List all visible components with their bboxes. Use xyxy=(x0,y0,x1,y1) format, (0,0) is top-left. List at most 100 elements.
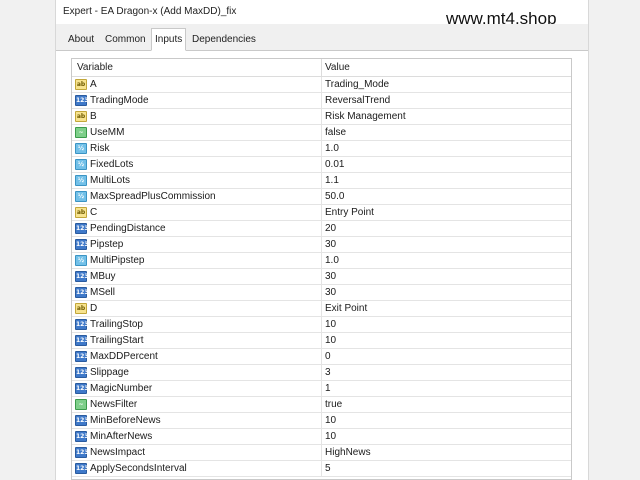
table-row[interactable]: ½ Risk 1.0 xyxy=(72,141,571,157)
variable-value[interactable]: 10 xyxy=(325,413,336,428)
variable-value[interactable]: 0.01 xyxy=(325,157,344,172)
integer-type-icon: 123 xyxy=(75,415,89,426)
variable-value[interactable]: 1.1 xyxy=(325,173,339,188)
cell-divider xyxy=(321,397,322,412)
tab-about[interactable]: About xyxy=(65,31,97,51)
column-divider[interactable] xyxy=(321,59,322,76)
table-row[interactable]: 123 MinAfterNews 10 xyxy=(72,429,571,445)
variable-name: FixedLots xyxy=(90,159,134,170)
integer-type-icon: 123 xyxy=(75,383,89,394)
variable-name: MaxSpreadPlusCommission xyxy=(90,191,216,202)
variable-value[interactable]: 1.0 xyxy=(325,141,339,156)
variable-value[interactable]: 1 xyxy=(325,381,331,396)
integer-type-icon: 123 xyxy=(75,367,89,378)
background-left xyxy=(0,0,55,480)
variable-value[interactable]: 30 xyxy=(325,237,336,252)
variable-value[interactable]: 10 xyxy=(325,333,336,348)
background-right xyxy=(589,0,640,480)
variable-value[interactable]: 0 xyxy=(325,349,331,364)
tab-inputs[interactable]: Inputs xyxy=(151,28,187,51)
integer-type-icon: 123 xyxy=(75,431,89,442)
column-header-variable[interactable]: Variable xyxy=(77,59,113,76)
table-row[interactable]: 123 NewsImpact HighNews xyxy=(72,445,571,461)
variable-value[interactable]: Risk Management xyxy=(325,109,406,124)
variable-name: MBuy xyxy=(90,271,116,282)
integer-type-icon: 123 xyxy=(75,447,89,458)
double-type-icon: ½ xyxy=(75,143,87,154)
variable-value[interactable]: 50.0 xyxy=(325,189,344,204)
cell-divider xyxy=(321,221,322,236)
table-row[interactable]: 123 MinBeforeNews 10 xyxy=(72,413,571,429)
column-header-value[interactable]: Value xyxy=(325,59,350,76)
window-title: Expert - EA Dragon-x (Add MaxDD)_fix xyxy=(63,6,237,17)
table-row[interactable]: 123 Pipstep 30 xyxy=(72,237,571,253)
cell-divider xyxy=(321,413,322,428)
table-row[interactable]: ab C Entry Point xyxy=(72,205,571,221)
cell-divider xyxy=(321,125,322,140)
variable-value[interactable]: true xyxy=(325,397,342,412)
variable-name: NewsImpact xyxy=(90,447,146,458)
cell-divider xyxy=(321,381,322,396)
title-bar: Expert - EA Dragon-x (Add MaxDD)_fix www… xyxy=(56,0,588,28)
cell-divider xyxy=(321,461,322,476)
cell-divider xyxy=(321,157,322,172)
integer-type-icon: 123 xyxy=(75,271,89,282)
variable-name: D xyxy=(90,303,98,314)
variable-value[interactable]: 5 xyxy=(325,461,331,476)
variable-value[interactable]: HighNews xyxy=(325,445,371,460)
table-row[interactable]: ab D Exit Point xyxy=(72,301,571,317)
variable-value[interactable]: 30 xyxy=(325,269,336,284)
table-row[interactable]: ½ MultiLots 1.1 xyxy=(72,173,571,189)
tab-dependencies[interactable]: Dependencies xyxy=(189,31,259,51)
variable-name: MultiPipstep xyxy=(90,255,145,266)
table-row[interactable]: ab A Trading_Mode xyxy=(72,77,571,93)
table-row[interactable]: 123 MBuy 30 xyxy=(72,269,571,285)
variable-value[interactable]: 10 xyxy=(325,317,336,332)
variable-value[interactable]: Trading_Mode xyxy=(325,77,389,92)
table-row[interactable]: ~ NewsFilter true xyxy=(72,397,571,413)
table-row[interactable]: 123 MSell 30 xyxy=(72,285,571,301)
integer-type-icon: 123 xyxy=(75,463,89,474)
variable-name: TradingMode xyxy=(90,95,149,106)
table-row[interactable]: 123 MaxDDPercent 0 xyxy=(72,349,571,365)
inputs-table[interactable]: Variable Value ab A Trading_Mode 123 Trading… xyxy=(71,58,572,480)
string-type-icon: ab xyxy=(75,207,87,218)
variable-value[interactable]: 30 xyxy=(325,285,336,300)
variable-name: MaxDDPercent xyxy=(90,351,158,362)
table-row[interactable]: 123 TradingMode ReversalTrend xyxy=(72,93,571,109)
table-row[interactable]: 123 ApplySecondsInterval 5 xyxy=(72,461,571,477)
table-row[interactable]: 123 TrailingStart 10 xyxy=(72,333,571,349)
table-row[interactable]: 123 TrailingStop 10 xyxy=(72,317,571,333)
variable-value[interactable]: Exit Point xyxy=(325,301,367,316)
variable-value[interactable]: 1.0 xyxy=(325,253,339,268)
inputs-panel: Variable Value ab A Trading_Mode 123 Trading… xyxy=(56,51,588,480)
variable-name: TrailingStop xyxy=(90,319,143,330)
variable-value[interactable]: false xyxy=(325,125,346,140)
integer-type-icon: 123 xyxy=(75,351,89,362)
table-row[interactable]: ~ UseMM false xyxy=(72,125,571,141)
variable-name: TrailingStart xyxy=(90,335,144,346)
variable-value[interactable]: 20 xyxy=(325,221,336,236)
variable-value[interactable]: ReversalTrend xyxy=(325,93,390,108)
variable-value[interactable]: Entry Point xyxy=(325,205,374,220)
cell-divider xyxy=(321,365,322,380)
table-row[interactable]: ab B Risk Management xyxy=(72,109,571,125)
table-row[interactable]: ½ FixedLots 0.01 xyxy=(72,157,571,173)
boolean-type-icon: ~ xyxy=(75,127,87,138)
variable-name: PendingDistance xyxy=(90,223,166,234)
variable-name: Slippage xyxy=(90,367,129,378)
variable-name: ApplySecondsInterval xyxy=(90,463,187,474)
cell-divider xyxy=(321,237,322,252)
table-row[interactable]: ½ MultiPipstep 1.0 xyxy=(72,253,571,269)
variable-value[interactable]: 10 xyxy=(325,429,336,444)
cell-divider xyxy=(321,205,322,220)
variable-value[interactable]: 3 xyxy=(325,365,331,380)
string-type-icon: ab xyxy=(75,303,87,314)
table-row[interactable]: 123 PendingDistance 20 xyxy=(72,221,571,237)
table-row[interactable]: 123 Slippage 3 xyxy=(72,365,571,381)
table-row[interactable]: 123 MagicNumber 1 xyxy=(72,381,571,397)
table-row[interactable]: ½ MaxSpreadPlusCommission 50.0 xyxy=(72,189,571,205)
variable-name: NewsFilter xyxy=(90,399,138,410)
tab-common[interactable]: Common xyxy=(102,31,149,51)
variable-name: Pipstep xyxy=(90,239,124,250)
